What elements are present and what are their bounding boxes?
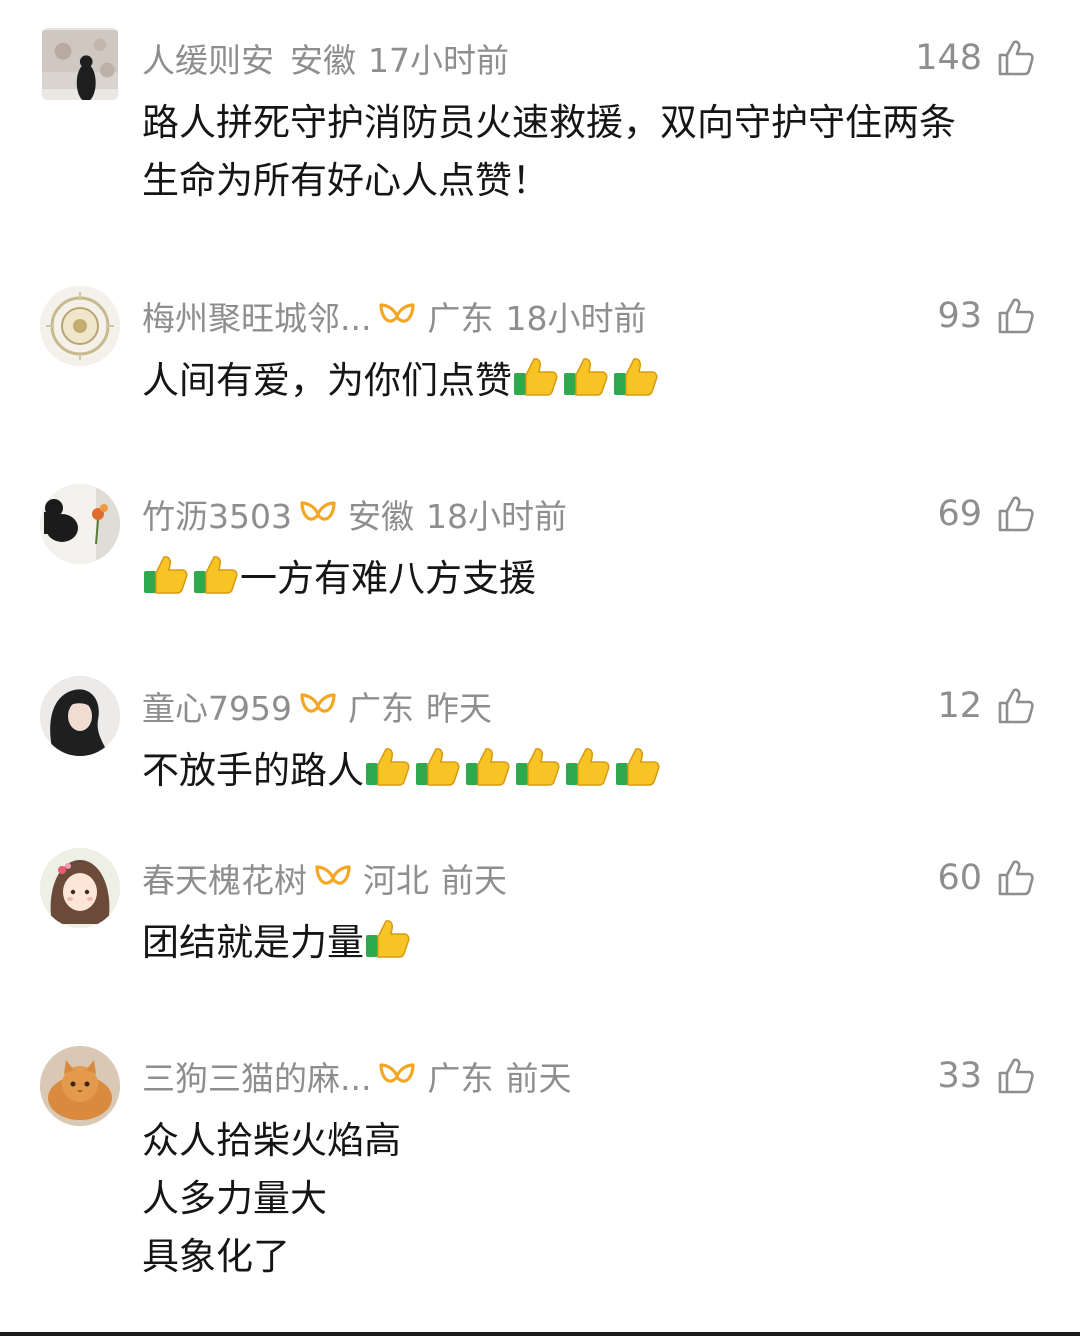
thumbs-up-emoji-icon	[364, 745, 412, 789]
thumbs-emoji-row	[364, 745, 662, 789]
like-count: 69	[937, 494, 982, 534]
thumbs-up-emoji-icon	[192, 553, 240, 597]
thumbs-up-icon	[998, 40, 1034, 76]
fan-badge-icon	[377, 301, 417, 331]
emblem-icon	[40, 286, 120, 366]
comment-line: 人多力量大	[142, 1177, 327, 1220]
thumbs-up-emoji-icon	[464, 745, 512, 789]
like-button[interactable]: 60	[937, 852, 1036, 904]
comment-text: 不放手的路人	[142, 742, 1042, 800]
avatar[interactable]	[40, 286, 120, 366]
timestamp: 18小时前	[505, 299, 647, 338]
thumbs-up-emoji-icon	[612, 355, 660, 399]
comment-line: 一方有难八方支援	[240, 557, 536, 600]
thumbs-up-emoji-icon	[562, 355, 610, 399]
thumbs-emoji-row	[142, 553, 240, 597]
thumbs-up-emoji-icon	[512, 355, 560, 399]
like-count: 12	[937, 686, 982, 726]
comment-meta: 梅州聚旺城邻... 广东 18小时前	[142, 290, 646, 342]
cartoon-girl-icon	[40, 848, 120, 928]
username[interactable]: 三狗三猫的麻...	[142, 1052, 371, 1100]
comment-line: 人间有爱，为你们点赞	[142, 359, 512, 402]
username[interactable]: 梅州聚旺城邻...	[142, 292, 371, 340]
thumbs-up-emoji-icon	[364, 917, 412, 961]
comment-line: 团结就是力量	[142, 921, 364, 964]
location: 安徽	[347, 497, 414, 536]
location: 广东	[347, 689, 414, 728]
comment-meta: 三狗三猫的麻... 广东 前天	[142, 1050, 571, 1102]
thumbs-up-emoji-icon	[564, 745, 612, 789]
location: 广东	[427, 1059, 494, 1098]
comment-line: 具象化了	[142, 1235, 290, 1278]
comment-text: 人间有爱，为你们点赞	[142, 352, 1042, 410]
location: 河北	[363, 861, 429, 900]
comment-meta: 竹沥3503 安徽 18小时前	[142, 488, 567, 540]
thumbs-up-emoji-icon	[142, 553, 190, 597]
comment-text: 路人拼死守护消防员火速救援，双向守护守住两条 生命为所有好心人点赞！	[142, 94, 1042, 210]
avatar[interactable]	[42, 28, 118, 100]
like-count: 33	[937, 1056, 982, 1096]
like-button[interactable]: 93	[937, 290, 1036, 342]
cat-icon	[40, 1046, 120, 1126]
comment-line: 生命为所有好心人点赞！	[142, 159, 549, 202]
thumbs-up-emoji-icon	[514, 745, 562, 789]
fan-badge-icon	[298, 691, 338, 721]
thumbs-up-icon	[998, 1058, 1034, 1094]
thumbs-emoji-row	[512, 355, 660, 399]
timestamp: 17小时前	[368, 41, 509, 80]
avatar[interactable]	[40, 484, 120, 564]
location: 安徽	[290, 41, 356, 80]
like-button[interactable]: 148	[915, 32, 1036, 84]
comment-text: 众人拾柴火焰高 人多力量大 具象化了	[142, 1112, 1042, 1286]
comment-text: 一方有难八方支援	[142, 550, 1042, 608]
silhouette-icon	[40, 484, 120, 564]
thumbs-up-emoji-icon	[414, 745, 462, 789]
like-button[interactable]: 69	[937, 488, 1036, 540]
comment-meta: 人缓则安 安徽 17小时前	[142, 32, 509, 84]
comment-line: 众人拾柴火焰高	[142, 1119, 401, 1162]
like-count: 93	[937, 296, 982, 336]
username[interactable]: 童心7959	[142, 682, 292, 730]
thumbs-up-icon	[998, 688, 1034, 724]
timestamp: 前天	[441, 861, 507, 900]
comment-text: 团结就是力量	[142, 914, 1042, 972]
like-count: 60	[937, 858, 982, 898]
comment-meta: 童心7959 广东 昨天	[142, 680, 492, 732]
avatar[interactable]	[40, 1046, 120, 1126]
fan-badge-icon	[298, 499, 338, 529]
username[interactable]: 竹沥3503	[142, 490, 292, 538]
portrait-icon	[40, 676, 120, 756]
like-button[interactable]: 33	[937, 1050, 1036, 1102]
like-count: 148	[915, 38, 982, 78]
username[interactable]: 人缓则安	[142, 34, 274, 82]
fan-badge-icon	[313, 863, 353, 893]
timestamp: 18小时前	[425, 497, 567, 536]
avatar[interactable]	[40, 676, 120, 756]
thumbs-up-icon	[998, 496, 1034, 532]
timestamp: 前天	[505, 1059, 572, 1098]
comment-line: 不放手的路人	[142, 749, 364, 792]
location: 广东	[427, 299, 494, 338]
bottom-divider	[0, 1332, 1080, 1336]
thumbs-emoji-row	[364, 917, 412, 961]
thumbs-up-icon	[998, 298, 1034, 334]
username[interactable]: 春天槐花树	[142, 854, 307, 902]
timestamp: 昨天	[425, 689, 492, 728]
photo-icon	[42, 30, 118, 100]
fan-badge-icon	[377, 1061, 417, 1091]
thumbs-up-emoji-icon	[614, 745, 662, 789]
avatar[interactable]	[40, 848, 120, 928]
comment-line: 路人拼死守护消防员火速救援，双向守护守住两条	[142, 101, 956, 144]
like-button[interactable]: 12	[937, 680, 1036, 732]
thumbs-up-icon	[998, 860, 1034, 896]
comment-meta: 春天槐花树 河北 前天	[142, 852, 507, 904]
